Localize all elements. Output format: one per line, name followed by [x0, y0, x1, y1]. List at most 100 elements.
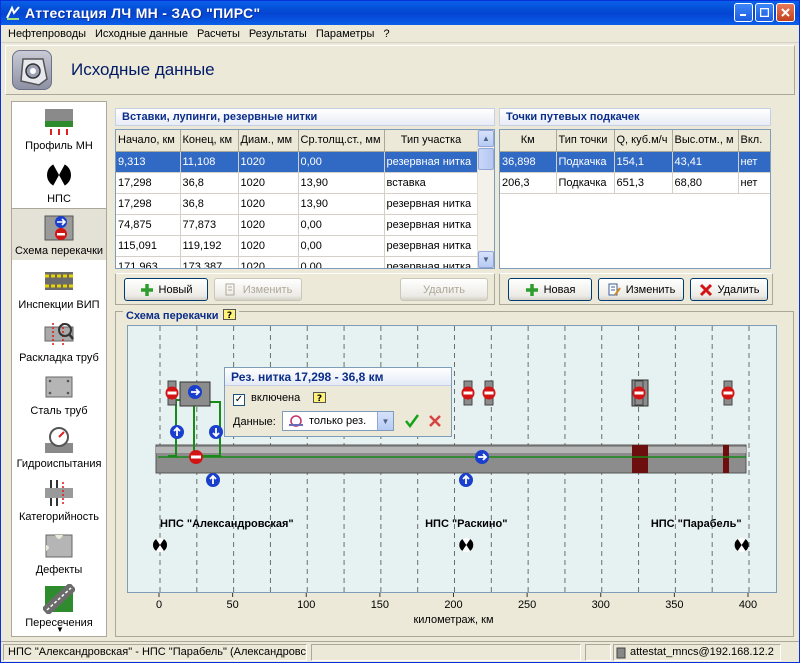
table-row[interactable]: 115,091 119,192 1020 0,00 резервная нитк… — [116, 235, 479, 257]
table-row[interactable]: 9,313 11,108 1020 0,00 резервная нитка — [116, 151, 479, 173]
edit-icon — [608, 283, 621, 296]
sidebar-item-hydrotests[interactable]: Гидроиспытания — [12, 420, 106, 473]
sidebar: Профиль МН НПС Схема перекачки Инспекции… — [11, 101, 107, 637]
column-header[interactable]: Диам., мм — [238, 130, 299, 152]
x-axis-tick-label: 150 — [371, 599, 389, 611]
new-boost-point-button[interactable]: Новая — [508, 278, 592, 301]
sidebar-item-label: Схема перекачки — [14, 245, 104, 257]
enabled-checkbox[interactable]: ✓ — [233, 394, 245, 406]
cell-section-type: резервная нитка — [384, 151, 479, 173]
cell-start-km: 9,313 — [116, 151, 181, 173]
sidebar-item-label: Гидроиспытания — [16, 458, 102, 470]
reserve-string-popup: Рез. нитка 17,298 - 36,8 км ✓ включена ?… — [224, 367, 452, 437]
boost-points-table[interactable]: Км Тип точки Q, куб.м/ч Выс.отм., м Вкл.… — [499, 129, 771, 269]
column-header[interactable]: Q, куб.м/ч — [614, 130, 673, 152]
sidebar-item-label: Раскладка труб — [19, 352, 99, 364]
x-axis-tick-label: 200 — [444, 599, 462, 611]
cell-diameter: 1020 — [238, 256, 299, 268]
pipe-layout-icon — [44, 323, 74, 345]
scroll-up-icon[interactable]: ▲ — [478, 130, 494, 147]
column-header[interactable]: Ср.толщ.ст., мм — [298, 130, 385, 152]
plus-icon — [525, 283, 538, 296]
boost-point-marker-icon — [206, 473, 220, 487]
valve-icon — [721, 380, 735, 406]
inserts-button-bar: Новый Изменить Удалить — [115, 273, 495, 305]
title-bar[interactable]: Аттестация ЛЧ МН - ЗАО "ПИРС" — [1, 1, 799, 25]
scheme-x-axis: 0 50 100 150 200 250 300 350 400 километраж, км — [156, 593, 757, 626]
station-label: НПС "Раскино" — [425, 518, 507, 530]
column-header[interactable]: Начало, км — [116, 130, 181, 152]
main-pipe-highlight — [156, 447, 746, 453]
inserts-panel-title: Вставки, лупинги, резервные нитки — [115, 108, 495, 126]
status-connection: attestat_mncs@192.168.12.2 — [613, 644, 781, 661]
menu-source-data[interactable]: Исходные данные — [92, 28, 194, 40]
sidebar-item-defects[interactable]: Дефекты — [12, 526, 106, 579]
edit-insert-button[interactable]: Изменить — [214, 278, 302, 301]
button-label: Новая — [543, 283, 576, 296]
menu-parameters[interactable]: Параметры — [313, 28, 381, 40]
scroll-thumb[interactable] — [478, 148, 494, 170]
menu-pipelines[interactable]: Нефтепроводы — [5, 28, 92, 40]
minimize-button[interactable] — [734, 3, 753, 22]
inserts-scrollbar[interactable]: ▲ ▼ — [477, 130, 494, 268]
table-row[interactable]: 36,898 Подкачка 154,1 43,41 нет — [500, 151, 770, 173]
sidebar-item-steel[interactable]: Сталь труб — [12, 367, 106, 420]
scroll-down-icon[interactable]: ▼ — [478, 251, 494, 268]
pumping-scheme-title: Схема перекачки ? — [123, 309, 239, 322]
x-axis-label: километраж, км — [413, 614, 493, 626]
table-row[interactable]: 171,963 173,387 1020 0,00 резервная нитк… — [116, 256, 479, 268]
edit-boost-point-button[interactable]: Изменить — [598, 278, 684, 301]
x-axis-tick-label: 0 — [156, 599, 162, 611]
cell-point-type: Подкачка — [556, 172, 615, 194]
table-row[interactable]: 17,298 36,8 1020 13,90 вставка — [116, 172, 479, 194]
cell-section-type: резервная нитка — [384, 214, 479, 236]
sidebar-item-pipe-layout[interactable]: Раскладка труб — [12, 314, 106, 367]
chevron-down-icon[interactable]: ▼ — [377, 412, 393, 430]
window-title: Аттестация ЛЧ МН - ЗАО "ПИРС" — [25, 5, 261, 21]
cancel-icon[interactable] — [429, 415, 441, 427]
table-row[interactable]: 206,3 Подкачка 651,3 68,80 нет — [500, 172, 770, 194]
boost-points-button-bar: Новая Изменить Удалить — [499, 273, 773, 305]
help-icon[interactable]: ? — [313, 392, 326, 405]
menu-help[interactable]: ? — [380, 28, 395, 40]
column-header[interactable]: Км — [500, 130, 557, 152]
delete-insert-button[interactable]: Удалить — [400, 278, 488, 301]
sidebar-item-categories[interactable]: Категорийность — [12, 473, 106, 526]
column-header[interactable]: Вкл. — [738, 130, 770, 152]
column-header[interactable]: Тип точки — [556, 130, 615, 152]
pumping-scheme-canvas[interactable]: НПС "Александровская" НПС "Раскино" НПС "П… — [127, 325, 777, 594]
close-button[interactable] — [776, 3, 795, 22]
data-source-select[interactable]: только рез. ▼ — [282, 411, 394, 431]
sidebar-item-pump-stations[interactable]: НПС — [12, 155, 106, 208]
status-empty — [585, 644, 611, 661]
cell-start-km: 17,298 — [116, 172, 181, 194]
flow-arrow-icon — [188, 385, 202, 399]
menu-results[interactable]: Результаты — [246, 28, 313, 40]
column-header[interactable]: Тип участка — [384, 130, 479, 152]
maximize-button[interactable] — [755, 3, 774, 22]
cell-section-type: вставка — [384, 172, 479, 194]
confirm-icon[interactable] — [405, 414, 419, 428]
svg-text:?: ? — [317, 394, 322, 404]
inserts-table[interactable]: Начало, км Конец, км Диам., мм Ср.толщ.с… — [115, 129, 495, 269]
table-row[interactable]: 17,298 36,8 1020 13,90 резервная нитка — [116, 193, 479, 215]
database-icon — [616, 647, 626, 659]
column-header[interactable]: Выс.отм., м — [672, 130, 739, 152]
help-icon[interactable]: ? — [222, 309, 236, 322]
cell-end-km: 119,192 — [180, 235, 239, 257]
button-label: Удалить — [717, 283, 760, 296]
valve-closed-icon — [189, 450, 203, 464]
delete-boost-point-button[interactable]: Удалить — [690, 278, 768, 301]
sidebar-item-profile[interactable]: Профиль МН — [12, 102, 106, 155]
cell-end-km: 36,8 — [180, 193, 239, 215]
new-insert-button[interactable]: Новый — [124, 278, 208, 301]
sidebar-scroll-down-icon[interactable]: ▼ — [56, 625, 64, 634]
menu-calculations[interactable]: Расчеты — [194, 28, 246, 40]
sidebar-item-pumping-scheme[interactable]: Схема перекачки — [12, 208, 106, 261]
sidebar-item-inspections[interactable]: Инспекции ВИП — [12, 261, 106, 314]
maximize-icon — [760, 8, 769, 17]
profile-icon — [45, 109, 73, 135]
table-row[interactable]: 74,875 77,873 1020 0,00 резервная нитка — [116, 214, 479, 236]
station-label: НПС "Парабель" — [651, 518, 742, 530]
column-header[interactable]: Конец, км — [180, 130, 239, 152]
